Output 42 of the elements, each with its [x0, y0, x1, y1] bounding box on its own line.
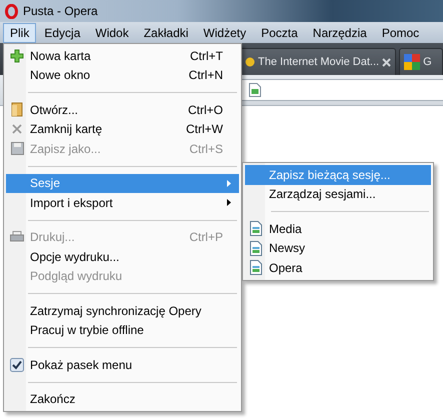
submenu-arrow-icon	[227, 199, 231, 206]
document-icon	[250, 221, 262, 236]
close-icon[interactable]	[382, 58, 392, 66]
site-icon	[245, 57, 255, 67]
document-icon	[250, 260, 262, 276]
menu-item[interactable]: Opcje wydruku...	[6, 247, 239, 266]
page-icon	[249, 83, 261, 97]
document-icon	[250, 240, 262, 256]
menu-item[interactable]: Pokaż pasek menu	[6, 355, 239, 374]
site-icon	[404, 54, 420, 70]
tab-title: The Internet Movie Dat...	[258, 56, 380, 68]
menu-bar-item[interactable]: Widok	[88, 22, 136, 42]
menu-item[interactable]: Newsy	[245, 238, 431, 258]
menu-bar-item[interactable]: Plik	[3, 22, 36, 42]
plus-icon	[10, 48, 24, 63]
menu-bar-item[interactable]: Poczta	[254, 22, 305, 42]
menu-bar-item[interactable]: Zakładki	[136, 22, 196, 42]
close-icon	[12, 124, 22, 134]
folder-icon	[11, 102, 23, 118]
checkmark-icon	[10, 358, 24, 372]
opera-logo-icon	[5, 4, 18, 18]
menu-bar-item[interactable]: Edycja	[37, 22, 88, 42]
menu-bar-item[interactable]: Narzędzia	[306, 22, 374, 42]
menu-item[interactable]: Nowe okno Ctrl+N	[6, 66, 239, 85]
browser-tab[interactable]: G	[399, 48, 443, 75]
menu-item[interactable]: Zatrzymaj synchronizację Opery	[6, 301, 239, 320]
menu-bar-item[interactable]: Widżety	[196, 22, 254, 42]
menu-item[interactable]: Otwórz... Ctrl+O	[6, 100, 239, 120]
submenu-arrow-icon	[227, 180, 231, 186]
menu-item[interactable]: Opera	[245, 258, 431, 278]
printer-icon	[10, 231, 24, 244]
browser-tab[interactable]: The Internet Movie Dat...	[240, 48, 396, 75]
menu-item[interactable]: Zakończ	[6, 390, 239, 409]
menu-bar-item[interactable]: Pomoc	[374, 22, 426, 42]
tab-title: G	[423, 56, 432, 68]
menu-item[interactable]: Zamknij kartę Ctrl+W	[6, 120, 239, 139]
menu-item[interactable]: Pracuj w trybie offline	[6, 320, 239, 340]
menu-item[interactable]: Media	[245, 219, 431, 238]
menu-item[interactable]: Zarządzaj sesjami...	[245, 184, 431, 204]
window-title: Pusta - Opera	[23, 4, 98, 18]
menu-item[interactable]: Nowa karta Ctrl+T	[6, 46, 239, 66]
menu-item[interactable]: Import i eksport	[6, 193, 239, 212]
